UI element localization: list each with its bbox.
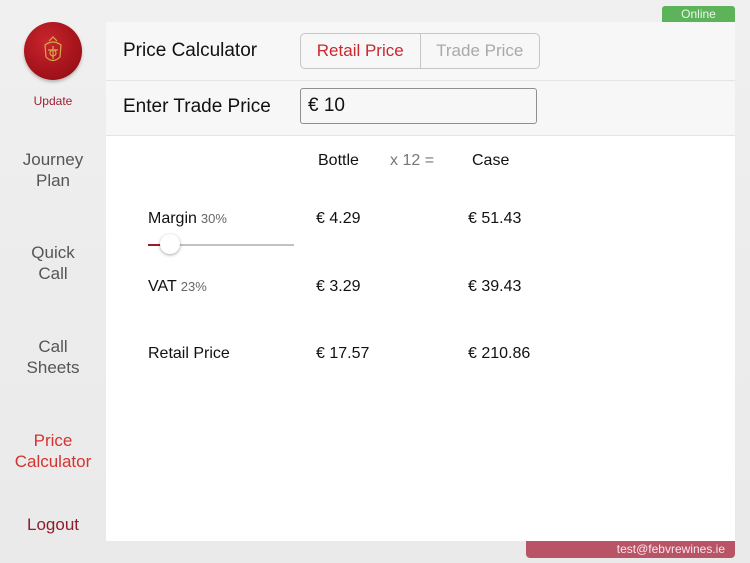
trade-price-row: Enter Trade Price € 10	[106, 81, 735, 136]
nav-label-line1: Quick	[31, 243, 75, 262]
nav-label-line1: Price	[33, 431, 73, 450]
nav-label-line2: Sheets	[26, 358, 80, 377]
price-mode-segmented-control: Retail Price Trade Price	[300, 33, 540, 69]
case-multiplier: x 12 =	[390, 152, 435, 169]
margin-case-value: € 51.43	[468, 210, 522, 227]
update-button[interactable]: Update	[0, 94, 106, 108]
nav-label-line2: Plan	[35, 171, 71, 190]
vat-bottle-value: € 3.29	[316, 278, 361, 295]
vat-percent: 23%	[180, 279, 207, 294]
logo-wax-seal[interactable]	[24, 22, 82, 80]
segment-trade-price[interactable]: Trade Price	[419, 34, 540, 68]
sidebar-item-call-sheets[interactable]: Call Sheets	[0, 336, 106, 378]
crest-icon	[44, 36, 62, 62]
vat-label-text: VAT	[148, 278, 177, 295]
online-status-badge: Online	[662, 6, 735, 22]
nav-label-line1: Call	[38, 337, 68, 356]
trade-price-input[interactable]: € 10	[300, 88, 537, 124]
nav-label-line2: Calculator	[14, 452, 92, 471]
retail-case-value: € 210.86	[468, 345, 531, 362]
margin-percent: 30%	[200, 211, 227, 226]
retail-bottle-value: € 17.57	[316, 345, 370, 362]
margin-bottle-value: € 4.29	[316, 210, 361, 227]
trade-price-label: Enter Trade Price	[123, 96, 271, 117]
user-email-bar: test@febvrewines.ie	[526, 541, 735, 558]
page-title: Price Calculator	[123, 40, 258, 61]
nav-label-line1: Journey	[22, 150, 84, 169]
header-row: Price Calculator Retail Price Trade Pric…	[106, 22, 735, 81]
sidebar: Update Journey Plan Quick Call Call Shee…	[0, 0, 106, 563]
bottle-column-header: Bottle	[318, 152, 359, 169]
retail-price-label: Retail Price	[148, 345, 230, 362]
logout-button[interactable]: Logout	[0, 514, 106, 535]
sidebar-item-quick-call[interactable]: Quick Call	[0, 242, 106, 284]
margin-label-text: Margin	[148, 210, 197, 227]
vat-label: VAT 23%	[148, 278, 207, 296]
vat-case-value: € 39.43	[468, 278, 522, 295]
price-calculator-panel: Price Calculator Retail Price Trade Pric…	[106, 22, 735, 541]
sidebar-item-journey-plan[interactable]: Journey Plan	[0, 149, 106, 191]
margin-label: Margin 30%	[148, 210, 227, 228]
sidebar-item-price-calculator[interactable]: Price Calculator	[0, 430, 106, 472]
margin-slider[interactable]	[148, 234, 294, 254]
margin-slider-thumb[interactable]	[159, 234, 180, 254]
nav-label-line2: Call	[38, 264, 68, 283]
case-column-header: Case	[472, 152, 510, 169]
segment-retail-price[interactable]: Retail Price	[301, 34, 420, 68]
